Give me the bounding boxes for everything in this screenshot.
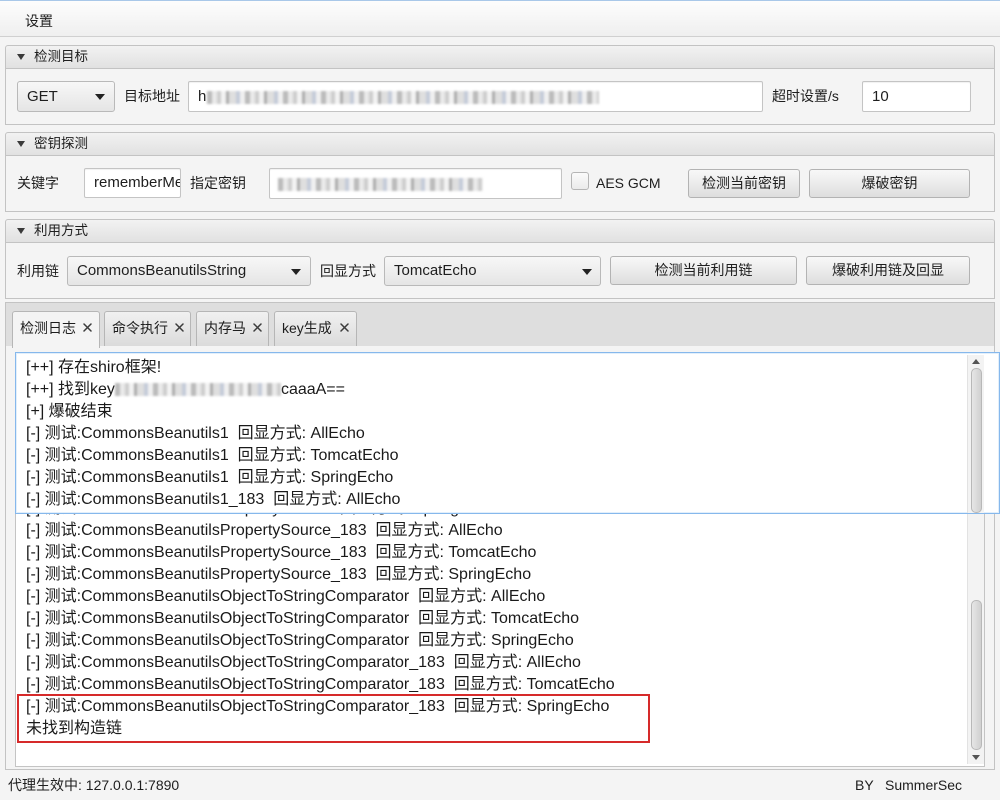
log-line: [-] 测试:CommonsBeanutils1 回显方式: AllEcho [26,425,365,442]
pane-key-probe-body: 关键字 rememberMe 指定密钥 AES GCM 检测当前密钥 爆破密钥 [5,156,995,212]
chain-select-value: CommonsBeanutilsString [77,262,247,279]
chain-select[interactable]: CommonsBeanutilsString [67,256,311,286]
tab-memshell[interactable]: 内存马 [196,311,269,347]
pane-target-body: GET 目标地址 h 超时设置/s 10 [5,69,995,125]
url-label: 目标地址 [124,88,180,104]
log-line-found-key: [++] 找到key caaaA== [26,379,400,401]
timeout-label: 超时设置/s [772,88,839,104]
pane-exploit: 利用方式 利用链 CommonsBeanutilsString 回显方式 Tom… [5,219,995,299]
pane-target-title: 检测目标 [34,49,88,64]
found-key-suffix: caaaA== [280,381,345,398]
timeout-input[interactable]: 10 [862,81,971,112]
log-scrollbar[interactable] [967,355,984,513]
chevron-down-icon[interactable] [291,269,301,275]
found-key-prefix: [++] 找到key [26,381,115,398]
close-icon[interactable] [253,323,262,332]
tab-command-exec[interactable]: 命令执行 [104,311,191,347]
menu-settings[interactable]: 设置 [17,8,61,34]
scroll-down-icon[interactable] [972,755,980,760]
triangle-down-icon[interactable] [17,141,25,147]
log-lines: [++] 存在shiro框架! [++] 找到key caaaA== [+] 爆破… [26,357,400,511]
echo-select[interactable]: TomcatEcho [384,256,601,286]
pane-exploit-body: 利用链 CommonsBeanutilsString 回显方式 TomcatEc… [5,243,995,299]
log-line: [-] 测试:CommonsBeanutils1 回显方式: TomcatEch… [26,447,399,464]
proxy-status: 代理生效中: 127.0.0.1:7890 [8,777,180,793]
keyword-input[interactable]: rememberMe [84,168,181,198]
log-line: [-] 测试:CommonsBeanutilsPropertySource_18… [26,544,537,561]
log-line: [-] 测试:CommonsBeanutilsObjectToStringCom… [26,632,574,649]
tab-label: 内存马 [204,320,246,336]
scroll-up-icon[interactable] [972,359,980,364]
triangle-down-icon[interactable] [17,228,25,234]
log-line: [-] 测试:CommonsBeanutils1 回显方式: SpringEch… [26,469,394,486]
keyword-label: 关键字 [17,175,59,191]
scrollbar-thumb[interactable] [971,600,982,750]
echo-label: 回显方式 [320,263,376,279]
echo-select-value: TomcatEcho [394,262,477,279]
aes-gcm-checkbox[interactable] [571,172,589,190]
highlight-box [17,694,650,743]
scrollbar-thumb[interactable] [971,368,982,513]
log-textarea-overlay[interactable]: [++] 存在shiro框架! [++] 找到key caaaA== [+] 爆破… [15,352,1000,514]
url-input-value: h [198,88,207,105]
log-line: [+] 爆破结束 [26,403,113,420]
chain-label: 利用链 [17,263,59,279]
author-name: SummerSec [885,777,963,793]
pane-key-probe: 密钥探测 关键字 rememberMe 指定密钥 AES GCM 检测当前密钥 … [5,132,995,212]
method-select[interactable]: GET [17,81,115,112]
close-icon[interactable] [175,323,184,332]
brute-chain-button[interactable]: 爆破利用链及回显 [806,256,970,285]
pane-target-header[interactable]: 检测目标 [5,45,995,69]
log-line: [-] 测试:CommonsBeanutilsObjectToStringCom… [26,676,615,693]
tab-label: 检测日志 [20,320,76,336]
log-line: [-] 测试:CommonsBeanutilsObjectToStringCom… [26,588,546,605]
key-input[interactable] [269,168,562,199]
pane-exploit-title: 利用方式 [34,223,88,238]
log-line: [-] 测试:CommonsBeanutilsPropertySource_18… [26,522,503,539]
brute-key-button[interactable]: 爆破密钥 [809,169,970,198]
chevron-down-icon[interactable] [95,94,105,100]
tab-label: 命令执行 [112,320,168,336]
status-bar: 代理生效中: 127.0.0.1:7890 BY SummerSec [0,770,1000,800]
triangle-down-icon[interactable] [17,54,25,60]
pane-key-probe-title: 密钥探测 [34,136,88,151]
close-icon[interactable] [83,323,92,332]
close-icon[interactable] [340,323,349,332]
tab-detect-log[interactable]: 检测日志 [12,311,100,348]
url-input[interactable]: h [188,81,763,112]
log-line: [-] 测试:CommonsBeanutilsPropertySource_18… [26,566,532,583]
key-label: 指定密钥 [190,175,246,191]
log-line: [-] 测试:CommonsBeanutilsObjectToStringCom… [26,654,581,671]
pane-target: 检测目标 GET 目标地址 h 超时设置/s 10 [5,45,995,125]
log-line: [-] 测试:CommonsBeanutilsObjectToStringCom… [26,610,580,627]
redacted-key [114,383,281,397]
pane-key-probe-header[interactable]: 密钥探测 [5,132,995,156]
method-select-value: GET [27,88,58,105]
menu-bar: 设置 [0,0,1000,37]
chevron-down-icon[interactable] [582,269,592,275]
aes-gcm-label: AES GCM [596,175,661,191]
redacted-url [207,90,600,104]
author-by-label: BY [855,777,874,793]
log-line: [-] 测试:CommonsBeanutils1_183 回显方式: AllEc… [26,491,401,508]
tab-key-gen[interactable]: key生成 [274,311,357,347]
tab-label: key生成 [282,320,332,336]
check-chain-button[interactable]: 检测当前利用链 [610,256,797,285]
check-key-button[interactable]: 检测当前密钥 [688,169,800,198]
pane-exploit-header[interactable]: 利用方式 [5,219,995,243]
log-line: [++] 存在shiro框架! [26,359,162,376]
redacted-key [278,177,483,191]
